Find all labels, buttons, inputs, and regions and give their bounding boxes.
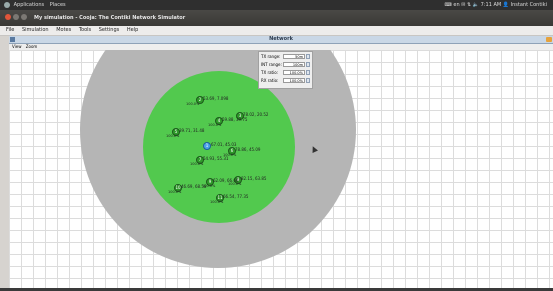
- minimize-window-icon[interactable]: [13, 14, 19, 20]
- applications-menu[interactable]: Applications: [14, 2, 45, 8]
- tx-range-label: TX range:: [261, 54, 281, 59]
- mote-5-ratio: 100.0%: [166, 134, 180, 138]
- mote-6-position: 78.86, 45.09: [235, 147, 261, 152]
- app-menubar: File Simulation Motes Tools Settings Hel…: [0, 26, 553, 36]
- int-range-input[interactable]: 100m: [283, 62, 305, 67]
- mote-10-position: 46.69, 68.58: [181, 184, 207, 189]
- volume-icon[interactable]: 🔈: [473, 2, 479, 8]
- tx-range-spinner[interactable]: [306, 54, 310, 59]
- mote-8-position: 82.15, 63.85: [241, 176, 267, 181]
- mote-10-ratio: 100.0%: [168, 190, 182, 194]
- keyboard-icon[interactable]: ⌨: [445, 2, 452, 8]
- rx-ratio-input[interactable]: 100.0%: [283, 78, 305, 83]
- mote-2-ratio: 100.0%: [186, 102, 200, 106]
- mote-7-ratio: 100.0%: [190, 162, 204, 166]
- int-range-label: INT range:: [261, 62, 282, 67]
- maximize-window-icon[interactable]: [21, 14, 27, 20]
- menu-view[interactable]: View: [12, 44, 22, 49]
- user-icon[interactable]: 👤: [503, 2, 509, 8]
- tx-ratio-spinner[interactable]: [306, 70, 310, 75]
- frame-close-icon[interactable]: [546, 37, 552, 42]
- clock[interactable]: 7:11 AM: [481, 2, 502, 8]
- frame-menu-icon[interactable]: [10, 37, 15, 42]
- close-window-icon[interactable]: [5, 14, 11, 20]
- tx-ratio-input[interactable]: 100.0%: [283, 70, 305, 75]
- ubuntu-logo-icon: [4, 1, 10, 8]
- menu-settings[interactable]: Settings: [99, 27, 120, 33]
- menu-tools[interactable]: Tools: [79, 27, 91, 33]
- window-titlebar: My simulation - Cooja: The Contiki Netwo…: [0, 10, 553, 26]
- mote-9-position: 62.09, 66.66: [213, 178, 239, 183]
- window-title: My simulation - Cooja: The Contiki Netwo…: [34, 15, 186, 21]
- radio-settings-panel: TX range: 50m INT range: 100m TX ratio: …: [258, 51, 313, 89]
- rx-ratio-spinner[interactable]: [306, 78, 310, 83]
- tx-ratio-label: TX ratio:: [261, 70, 279, 75]
- tx-range-input[interactable]: 50m: [283, 54, 305, 59]
- mote-1-selected[interactable]: 1: [203, 142, 211, 150]
- mote-7-position: 54.93, 55.31: [203, 156, 229, 161]
- system-top-bar: Applications Places ⌨ en ✉ ⇅ 🔈 7:11 AM 👤…: [0, 0, 553, 10]
- menu-simulation[interactable]: Simulation: [22, 27, 49, 33]
- mote-11-position: 66.54, 77.35: [223, 194, 249, 199]
- mote-2-position: 53.69, 7.098: [203, 96, 229, 101]
- places-menu[interactable]: Places: [50, 2, 66, 8]
- language-indicator[interactable]: en: [453, 2, 459, 8]
- menu-file[interactable]: File: [6, 27, 14, 33]
- int-range-spinner[interactable]: [306, 62, 310, 67]
- mote-4-ratio: 100.0%: [208, 123, 222, 127]
- network-icon[interactable]: ⇅: [467, 2, 471, 8]
- user-name[interactable]: Instant Contiki: [511, 2, 547, 8]
- menu-zoom[interactable]: Zoom: [26, 44, 38, 49]
- menu-help[interactable]: Help: [127, 27, 138, 33]
- menu-motes[interactable]: Motes: [56, 27, 71, 33]
- network-frame-title: Network: [9, 36, 553, 44]
- mail-icon[interactable]: ✉: [461, 2, 465, 8]
- mote-5-position: 39.71, 31.48: [179, 128, 205, 133]
- mote-11-ratio: 100.0%: [210, 200, 224, 204]
- rx-ratio-label: RX ratio:: [261, 78, 279, 83]
- mote-4-position: 59.88, 39.75: [222, 117, 248, 122]
